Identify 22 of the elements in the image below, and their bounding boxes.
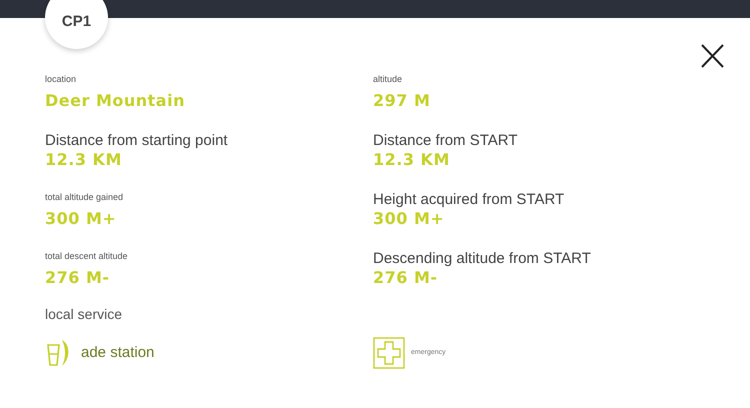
field-value: 297 M (373, 91, 432, 111)
close-icon (700, 44, 725, 68)
field-label: Distance from starting point (45, 131, 228, 150)
field-value: 276 M- (45, 268, 111, 288)
checkpoint-badge: CP1 (45, 0, 108, 49)
service-label: ade station (81, 342, 154, 363)
field-value: Deer Mountain (45, 91, 186, 111)
section-heading: local service (45, 305, 124, 324)
field-label: location (45, 73, 76, 86)
field-label: altitude (373, 73, 402, 86)
field-value: 300 M+ (373, 209, 446, 229)
field-value: 300 M+ (45, 209, 118, 229)
field-label: total altitude gained (45, 191, 124, 204)
field-label: total descent altitude (45, 250, 128, 263)
medical-cross-icon (373, 337, 405, 369)
field-label: Height acquired from START (373, 190, 564, 209)
field-value: 12.3 KM (45, 150, 123, 170)
field-value: 12.3 KM (373, 150, 451, 170)
field-label: Descending altitude from START (373, 249, 591, 268)
close-button[interactable] (700, 44, 725, 68)
field-label: Distance from START (373, 131, 518, 150)
field-value: 276 M- (373, 268, 439, 288)
